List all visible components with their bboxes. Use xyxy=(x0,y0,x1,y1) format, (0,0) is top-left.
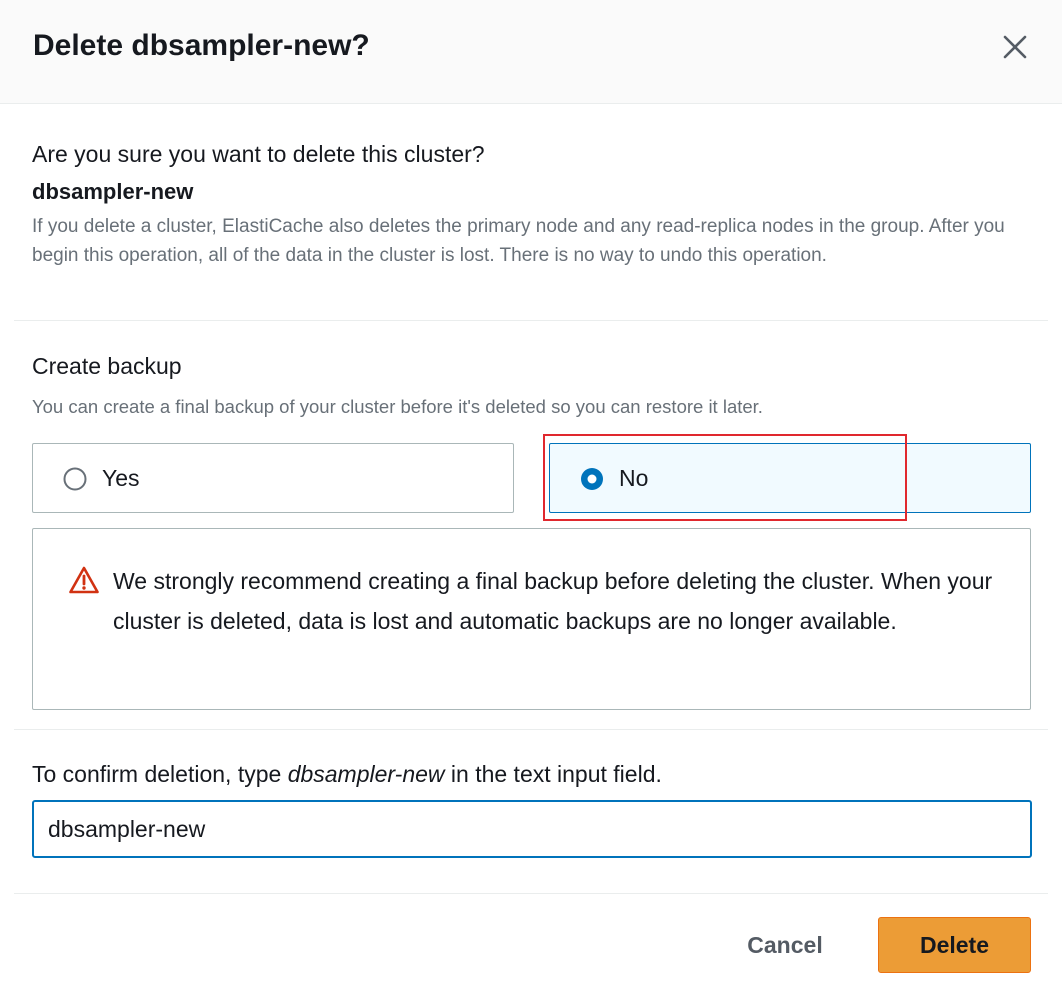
footer-divider xyxy=(14,893,1048,894)
backup-option-yes-label: Yes xyxy=(102,465,140,491)
radio-checked-icon[interactable] xyxy=(580,467,604,491)
section-divider xyxy=(14,320,1048,321)
modal-title: Delete dbsampler-new? xyxy=(33,29,370,62)
confirm-label-cluster-name: dbsampler-new xyxy=(287,761,445,787)
confirm-deletion-label: To confirm deletion, type dbsampler-new … xyxy=(32,758,662,790)
modal-header: Delete dbsampler-new? xyxy=(0,0,1062,104)
delete-button[interactable]: Delete xyxy=(878,917,1031,973)
section-divider xyxy=(14,729,1048,730)
cluster-name: dbsampler-new xyxy=(32,179,194,204)
confirm-question: Are you sure you want to delete this clu… xyxy=(32,141,485,167)
create-backup-description: You can create a final backup of your cl… xyxy=(32,396,763,417)
radio-unchecked-icon[interactable] xyxy=(63,467,87,491)
confirm-label-prefix: To confirm deletion, type xyxy=(32,761,288,787)
warning-alert-text: We strongly recommend creating a final b… xyxy=(113,568,993,634)
close-button[interactable] xyxy=(996,28,1034,66)
delete-cluster-modal: Delete dbsampler-new? Are you sure you w… xyxy=(0,0,1062,992)
create-backup-label: Create backup xyxy=(32,353,182,379)
backup-option-yes[interactable]: Yes xyxy=(32,443,514,513)
warning-alert: We strongly recommend creating a final b… xyxy=(32,528,1031,710)
backup-option-no[interactable]: No xyxy=(549,443,1031,513)
backup-option-no-label: No xyxy=(619,465,649,491)
cancel-button[interactable]: Cancel xyxy=(730,917,840,973)
delete-description: If you delete a cluster, ElastiCache als… xyxy=(32,216,1005,266)
confirm-deletion-input[interactable] xyxy=(32,800,1032,858)
confirm-label-suffix: in the text input field. xyxy=(444,761,662,787)
close-icon xyxy=(1003,35,1027,59)
warning-icon xyxy=(69,566,99,594)
